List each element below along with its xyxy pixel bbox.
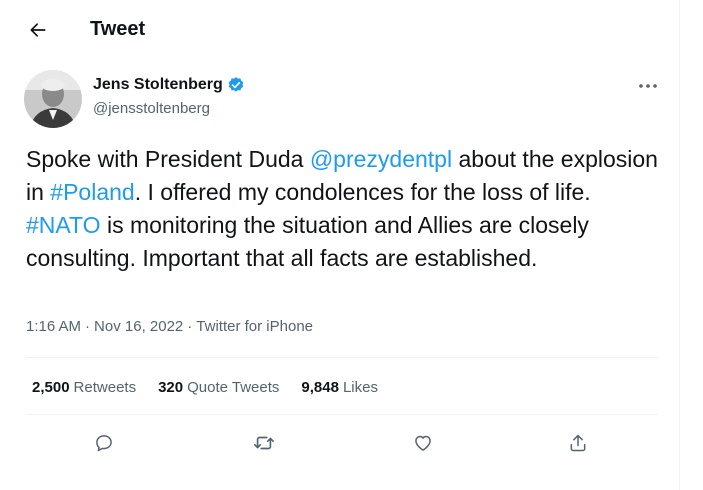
tweet-time[interactable]: 1:16 AM <box>26 318 81 335</box>
divider <box>26 414 658 415</box>
author-name[interactable]: Jens Stoltenberg <box>93 76 223 94</box>
like-button[interactable] <box>408 428 438 458</box>
reply-icon <box>96 435 112 452</box>
more-horizontal-icon <box>639 84 657 88</box>
quote-tweets-stat[interactable]: 320 Quote Tweets <box>158 379 279 396</box>
verified-badge-icon <box>228 77 244 92</box>
retweets-stat[interactable]: 2,500 Retweets <box>32 379 136 396</box>
like-icon <box>415 435 431 451</box>
hashtag-link-poland[interactable]: #Poland <box>50 179 134 205</box>
avatar-photo <box>24 70 82 128</box>
arrow-left-icon <box>30 23 46 37</box>
column-border <box>679 0 680 490</box>
more-button[interactable] <box>636 76 660 96</box>
meta-separator: · <box>187 318 193 335</box>
page-title: Tweet <box>90 18 146 40</box>
tweet-text: Spoke with President Duda @prezydentpl a… <box>26 143 666 275</box>
meta-separator: · <box>85 318 91 335</box>
retweet-button[interactable] <box>249 428 279 458</box>
tweet-source[interactable]: Twitter for iPhone <box>196 318 313 335</box>
likes-count: 9,848 <box>301 379 339 396</box>
header: Tweet <box>0 0 679 60</box>
share-icon <box>570 434 586 452</box>
author-handle[interactable]: @jensstoltenberg <box>93 100 210 117</box>
tweet-meta: 1:16 AM · Nov 16, 2022 · Twitter for iPh… <box>26 318 313 335</box>
back-button[interactable] <box>24 16 52 44</box>
mention-link[interactable]: @prezydentpl <box>310 146 452 172</box>
quote-tweets-label: Quote Tweets <box>187 379 280 396</box>
tweet-text-segment: Spoke with President Duda <box>26 146 310 172</box>
likes-stat[interactable]: 9,848 Likes <box>301 379 378 396</box>
retweets-count: 2,500 <box>32 379 70 396</box>
avatar[interactable] <box>24 70 82 128</box>
retweet-icon <box>254 436 274 450</box>
retweets-label: Retweets <box>73 379 137 396</box>
author-name-row[interactable]: Jens Stoltenberg <box>93 76 245 94</box>
likes-label: Likes <box>342 379 378 396</box>
tweet-stats: 2,500 Retweets 320 Quote Tweets 9,848 Li… <box>32 379 378 396</box>
reply-button[interactable] <box>89 428 119 458</box>
divider <box>26 357 658 358</box>
tweet-date[interactable]: Nov 16, 2022 <box>94 318 183 335</box>
share-button[interactable] <box>563 428 593 458</box>
quote-tweets-count: 320 <box>158 379 184 396</box>
tweet-text-segment: is monitoring the situation and Allies a… <box>26 212 589 271</box>
hashtag-link-nato[interactable]: #NATO <box>26 212 101 238</box>
tweet-text-segment: . I offered my condolences for the loss … <box>134 179 591 205</box>
